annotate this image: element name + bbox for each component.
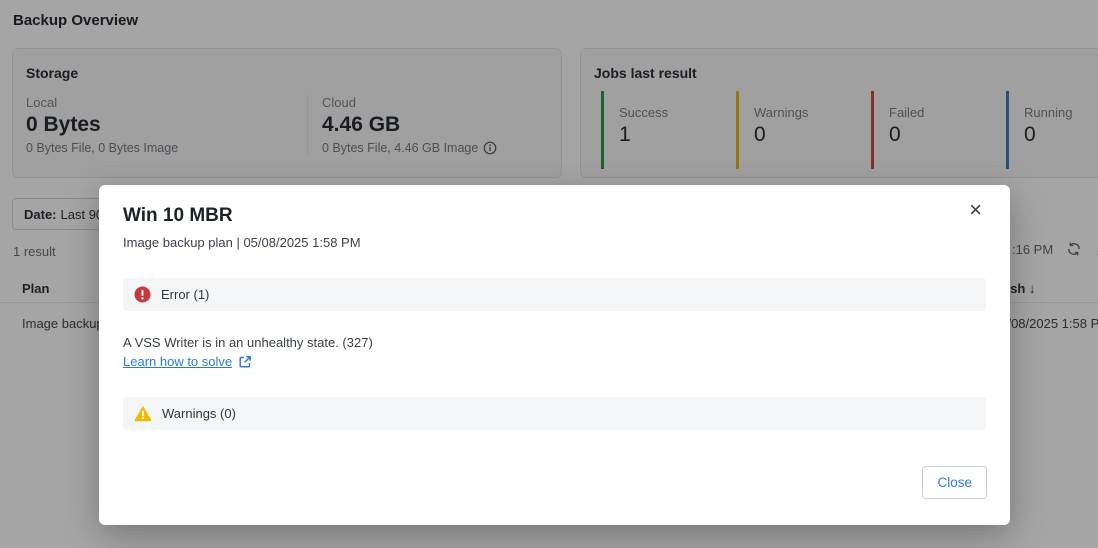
close-button[interactable]: Close	[922, 466, 987, 499]
plan-result-dialog: Win 10 MBR Image backup plan | 05/08/202…	[99, 185, 1010, 525]
warnings-section-bar: Warnings (0)	[123, 397, 986, 430]
error-section-bar: Error (1)	[123, 278, 986, 311]
close-icon[interactable]: ×	[969, 199, 982, 221]
learn-how-to-solve-link[interactable]: Learn how to solve	[123, 354, 232, 369]
dialog-subtitle: Image backup plan | 05/08/2025 1:58 PM	[123, 235, 361, 250]
dialog-title: Win 10 MBR	[123, 205, 233, 227]
learn-how-to-solve-row: Learn how to solve	[123, 354, 252, 369]
warnings-section-label: Warnings (0)	[162, 406, 236, 421]
warning-icon	[134, 406, 152, 422]
error-section-label: Error (1)	[161, 287, 209, 302]
external-link-icon[interactable]	[238, 355, 252, 369]
error-detail-text: A VSS Writer is in an unhealthy state. (…	[123, 335, 373, 350]
backup-overview-screen: Backup Overview Storage Local 0 Bytes 0 …	[0, 0, 1098, 548]
error-icon	[134, 286, 151, 303]
